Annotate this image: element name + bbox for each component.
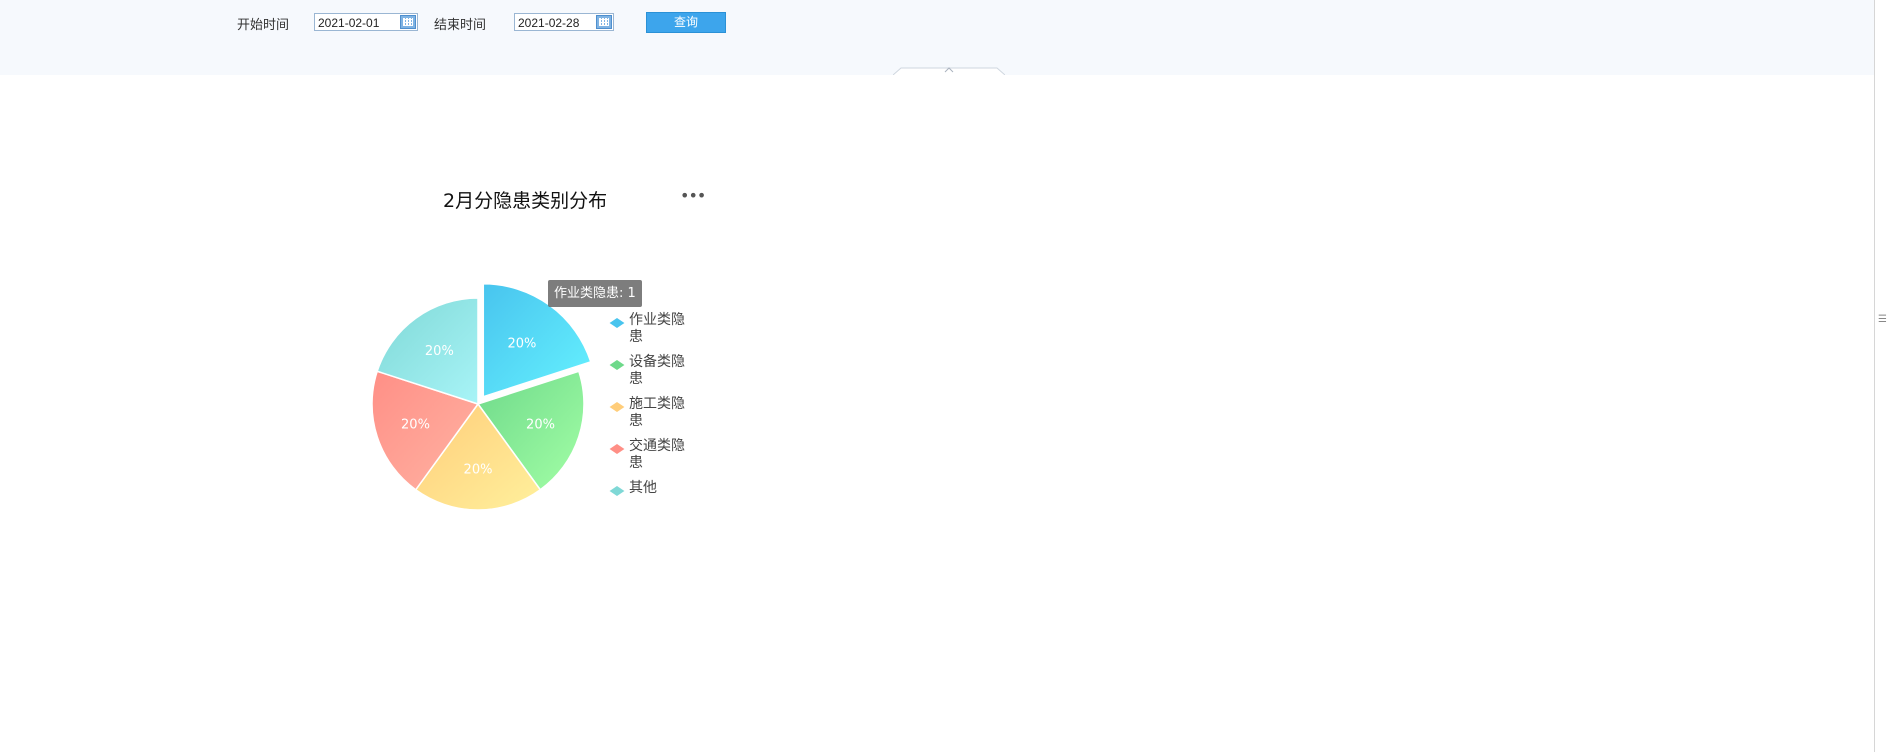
pie-chart: 20% 20% 20% 20% 20%: [371, 282, 592, 511]
slice-percent-label: 20%: [507, 337, 536, 352]
legend-label: 其他: [629, 480, 657, 496]
chart-tooltip: 作业类隐患: 1: [548, 280, 642, 307]
legend-marker-icon: [609, 486, 625, 496]
legend-marker-icon: [609, 402, 625, 412]
legend-label: 交通类隐患: [629, 438, 685, 471]
legend-marker-icon: [609, 360, 625, 370]
legend-marker-icon: [609, 318, 625, 328]
legend-item[interactable]: 设备类隐患: [608, 354, 708, 396]
chart-legend: 作业类隐患设备类隐患施工类隐患交通类隐患其他: [608, 312, 708, 522]
slice-percent-label: 20%: [425, 344, 454, 359]
legend-item[interactable]: 交通类隐患: [608, 438, 708, 480]
legend-marker-icon: [609, 444, 625, 454]
slice-percent-label: 20%: [401, 417, 430, 432]
legend-item[interactable]: 作业类隐患: [608, 312, 708, 354]
legend-label: 作业类隐患: [629, 312, 685, 345]
legend-item[interactable]: 施工类隐患: [608, 396, 708, 438]
legend-label: 施工类隐患: [629, 396, 685, 429]
slice-percent-label: 20%: [526, 417, 555, 432]
scroll-grip-icon[interactable]: ☰: [1878, 314, 1887, 325]
legend-item[interactable]: 其他: [608, 480, 708, 522]
slice-percent-label: 20%: [464, 463, 493, 478]
legend-label: 设备类隐患: [629, 354, 685, 387]
right-scrollbar[interactable]: ☰: [1874, 0, 1887, 752]
